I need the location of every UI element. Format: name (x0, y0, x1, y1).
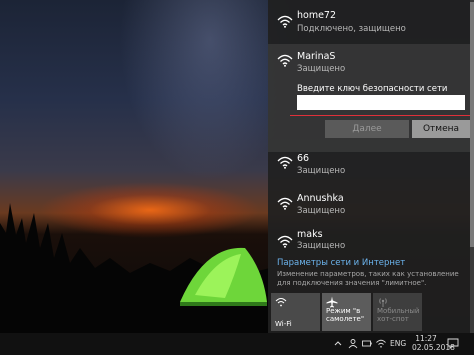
clock-time: 11:27 (415, 334, 437, 343)
network-name: MarinaS (297, 51, 336, 62)
security-key-label: Введите ключ безопасности сети (297, 84, 448, 94)
wifi-signal-icon (277, 15, 293, 28)
network-item-annushka[interactable]: Annushka Защищено (268, 187, 470, 227)
network-status: Защищено (297, 206, 346, 216)
network-settings-description: Изменение параметров, таких как установл… (277, 270, 459, 287)
cancel-button[interactable]: Отмена (412, 120, 470, 138)
next-button[interactable]: Далее (325, 120, 409, 138)
chevron-up-icon[interactable] (333, 338, 343, 349)
clock[interactable]: 11:27 02.05.2018 (412, 334, 455, 352)
focus-underline (290, 115, 470, 116)
network-name: 66 (297, 153, 310, 164)
clock-date: 02.05.2018 (412, 343, 455, 352)
wifi-icon (275, 298, 287, 307)
wifi-signal-icon (277, 54, 293, 67)
wifi-signal-icon (277, 235, 293, 248)
airplane-mode-tile[interactable]: Режим "в самолете" (322, 293, 371, 331)
security-key-input[interactable] (297, 95, 465, 110)
wifi-toggle-tile[interactable]: Wi-Fi (271, 293, 320, 331)
wifi-signal-icon (277, 156, 293, 169)
network-settings-link[interactable]: Параметры сети и Интернет (277, 258, 405, 268)
language-indicator[interactable]: ENG (390, 339, 406, 348)
network-item-maks[interactable]: maks Защищено (268, 227, 470, 257)
people-icon[interactable] (348, 338, 358, 349)
tile-label: Мобильный хот-спот (377, 307, 420, 323)
network-status: Защищено (297, 64, 346, 74)
network-name: home72 (297, 10, 337, 21)
wifi-signal-icon (277, 197, 293, 210)
notifications-icon[interactable] (447, 338, 459, 349)
network-item-66[interactable]: 66 Защищено (268, 145, 470, 187)
taskbar: ENG 11:27 02.05.2018 (0, 333, 474, 355)
network-name: Annushka (297, 193, 344, 204)
network-status: Защищено (297, 166, 346, 176)
network-status: Подключено, защищено (297, 24, 406, 34)
wifi-tray-icon[interactable] (376, 338, 386, 349)
flyout-scrollbar[interactable] (470, 0, 474, 333)
network-item-home72[interactable]: home72 Подключено, защищено (268, 0, 470, 44)
tile-label: Wi-Fi (275, 320, 292, 328)
network-name: maks (297, 229, 323, 240)
battery-icon[interactable] (362, 338, 372, 349)
tent-illustration (180, 247, 267, 306)
mobile-hotspot-tile[interactable]: Мобильный хот-спот (373, 293, 422, 331)
scrollbar-thumb[interactable] (470, 2, 474, 247)
network-status: Защищено (297, 241, 346, 251)
network-item-marinas[interactable]: MarinaS Защищено Введите ключ безопаснос… (268, 44, 470, 152)
tile-label: Режим "в самолете" (326, 307, 365, 323)
network-flyout: home72 Подключено, защищено MarinaS Защи… (268, 0, 474, 333)
